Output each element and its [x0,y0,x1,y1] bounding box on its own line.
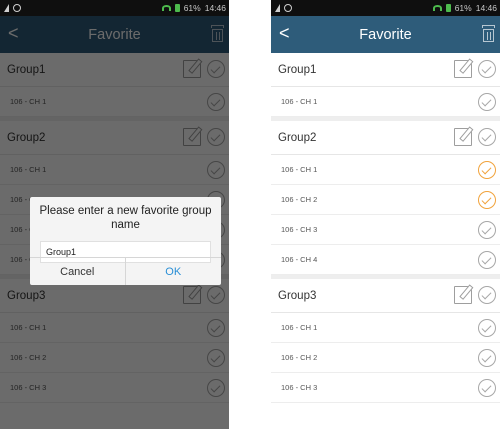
channel-name: 106 - CH 3 [281,383,318,392]
status-bar: 61% 14:46 [271,0,500,16]
signal-icon [275,4,280,12]
title-bar: < Favorite [271,16,500,53]
status-icon [284,4,292,12]
wifi-icon [161,5,171,11]
group-header[interactable]: Group1 [271,53,500,87]
check-circle-icon[interactable] [478,60,496,78]
group-header[interactable]: Group2 [271,121,500,155]
ok-button[interactable]: OK [126,258,222,285]
list-item[interactable]: 106 - CH 3 [271,215,500,245]
page-title: Favorite [359,26,412,43]
clock: 14:46 [475,3,497,13]
group-name: Group2 [278,131,317,144]
list-item[interactable]: 106 - CH 3 [271,373,500,403]
trash-icon[interactable] [482,25,495,42]
edit-icon[interactable] [454,128,472,146]
check-circle-icon[interactable] [478,93,496,111]
rename-group-dialog: Please enter a new favorite group name G… [30,197,221,285]
check-circle-icon[interactable] [478,286,496,304]
battery-percent: 61% [183,3,201,13]
check-circle-icon[interactable] [478,128,496,146]
check-circle-icon[interactable] [478,251,496,269]
dialog-buttons: Cancel OK [30,257,221,285]
check-circle-icon[interactable] [478,319,496,337]
group-header[interactable]: Group3 [271,279,500,313]
check-circle-icon[interactable] [478,379,496,397]
list-item[interactable]: 106 - CH 2 [271,343,500,373]
check-circle-icon[interactable] [478,349,496,367]
list-item[interactable]: 106 - CH 4 [271,245,500,275]
status-bar: 61% 14:46 [0,0,229,16]
battery-icon [445,4,451,12]
battery-icon [174,4,180,12]
status-icon [13,4,21,12]
group-name: Group3 [278,289,317,302]
channel-name: 106 - CH 1 [281,323,318,332]
edit-icon[interactable] [454,60,472,78]
channel-name: 106 - CH 1 [281,97,318,106]
channel-name: 106 - CH 4 [281,255,318,264]
cancel-button[interactable]: Cancel [30,258,126,285]
list-item[interactable]: 106 - CH 1 [271,87,500,117]
battery-percent: 61% [454,3,472,13]
channel-name: 106 - CH 3 [281,225,318,234]
check-circle-selected-icon[interactable] [478,191,496,209]
screen-favorite-list: 61% 14:46 < Favorite Group1 106 - CH 1 G… [271,0,500,429]
dialog-title: Please enter a new favorite group name [39,205,212,231]
back-arrow-icon[interactable]: < [279,23,290,43]
list-item[interactable]: 106 - CH 1 [271,313,500,343]
channel-name: 106 - CH 1 [281,165,318,174]
signal-icon [4,4,9,12]
channel-name: 106 - CH 2 [281,353,318,362]
group-name: Group1 [278,63,317,76]
wifi-icon [432,5,442,11]
favorite-list: Group1 106 - CH 1 Group2 106 - CH 1 106 … [271,53,500,429]
check-circle-selected-icon[interactable] [478,161,496,179]
check-circle-icon[interactable] [478,221,496,239]
edit-icon[interactable] [454,286,472,304]
channel-name: 106 - CH 2 [281,195,318,204]
screen-with-dialog: 61% 14:46 < Favorite Group1 106 - CH 1 G… [0,0,229,429]
list-item[interactable]: 106 - CH 1 [271,155,500,185]
list-item[interactable]: 106 - CH 2 [271,185,500,215]
clock: 14:46 [204,3,226,13]
